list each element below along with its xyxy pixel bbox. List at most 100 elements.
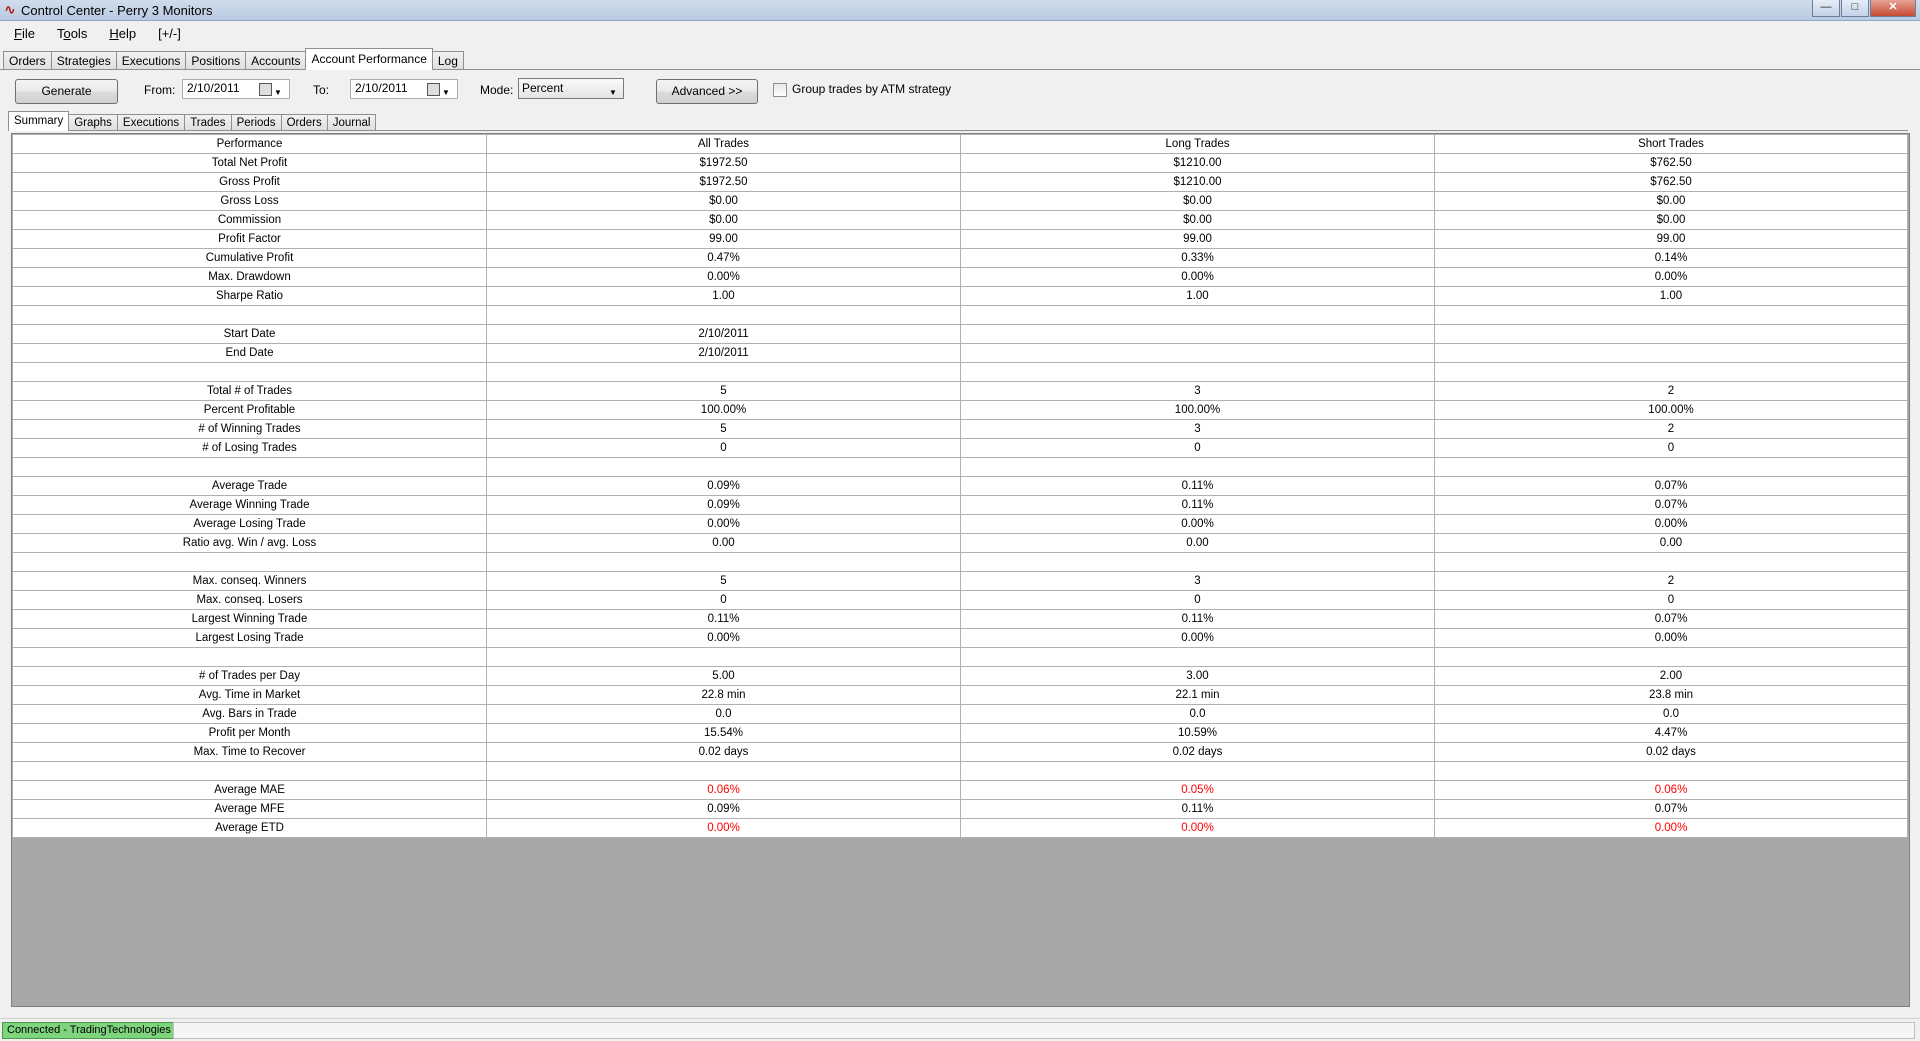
to-date-value: 2/10/2011 [355,81,408,95]
tab-trades[interactable]: Trades [184,114,232,131]
table-row[interactable]: Average ETD 0.00% 0.00% 0.00% [12,818,1908,838]
column-header-short-trades[interactable]: Short Trades [1434,134,1908,154]
mode-select-value: Percent [522,81,564,95]
table-row[interactable]: Sharpe Ratio 1.00 1.00 1.00 [12,286,1908,306]
tab-journal[interactable]: Journal [326,114,377,131]
tab-strategies[interactable]: Strategies [50,51,117,70]
menu-tools[interactable]: Tools [43,26,95,41]
table-row[interactable]: Gross Profit $1972.50 $1210.00 $762.50 [12,172,1908,192]
row-label-cell: Cumulative Profit [12,248,487,268]
ninjatrader-logo-icon: ∿ [4,2,16,17]
long-trades-cell: 0 [960,590,1435,610]
table-row[interactable]: Average MAE 0.06% 0.05% 0.06% [12,780,1908,800]
long-trades-cell: 0.00% [960,628,1435,648]
table-row[interactable] [12,305,1908,325]
table-row[interactable]: Average MFE 0.09% 0.11% 0.07% [12,799,1908,819]
table-row[interactable]: Max. conseq. Winners 5 3 2 [12,571,1908,591]
table-row[interactable]: # of Losing Trades 0 0 0 [12,438,1908,458]
table-row[interactable]: Commission $0.00 $0.00 $0.00 [12,210,1908,230]
group-trades-checkbox[interactable] [773,83,787,97]
maximize-button[interactable]: □ [1841,0,1869,17]
short-trades-cell: 0.14% [1434,248,1908,268]
chevron-down-icon: ▼ [609,88,617,97]
tab-accounts[interactable]: Accounts [245,51,307,70]
tab-sub-orders[interactable]: Orders [280,114,328,131]
table-row[interactable]: Avg. Time in Market 22.8 min 22.1 min 23.8 … [12,685,1908,705]
calendar-icon[interactable] [259,83,272,96]
tab-account-performance[interactable]: Account Performance [305,48,433,70]
close-button[interactable]: ✕ [1870,0,1916,17]
table-row[interactable] [12,761,1908,781]
chevron-down-icon[interactable]: ▼ [442,84,450,101]
mode-select[interactable]: Percent ▼ [518,78,624,99]
table-row[interactable]: Average Losing Trade 0.00% 0.00% 0.00% [12,514,1908,534]
tab-log[interactable]: Log [431,51,464,70]
generate-button[interactable]: Generate [15,79,118,104]
table-row[interactable]: Start Date 2/10/2011 [12,324,1908,344]
table-row[interactable]: Largest Losing Trade 0.00% 0.00% 0.00% [12,628,1908,648]
table-row[interactable]: Profit Factor 99.00 99.00 99.00 [12,229,1908,249]
tab-orders[interactable]: Orders [3,51,52,70]
table-row[interactable]: Percent Profitable 100.00% 100.00% 100.00% [12,400,1908,420]
all-trades-cell: 0.0 [486,704,961,724]
table-row[interactable]: # of Winning Trades 5 3 2 [12,419,1908,439]
group-trades-label[interactable]: Group trades by ATM strategy [792,81,951,97]
table-row[interactable]: Max. conseq. Losers 0 0 0 [12,590,1908,610]
tab-executions[interactable]: Executions [115,51,187,70]
table-row[interactable]: # of Trades per Day 5.00 3.00 2.00 [12,666,1908,686]
long-trades-cell: $1210.00 [960,153,1435,173]
column-header-performance[interactable]: Performance [12,134,487,154]
table-row[interactable] [12,362,1908,382]
minimize-button[interactable]: — [1812,0,1840,17]
table-row[interactable] [12,457,1908,477]
all-trades-cell: 0 [486,590,961,610]
tab-periods[interactable]: Periods [230,114,282,131]
from-date-picker[interactable]: 2/10/2011 ▼ [182,79,290,99]
table-row[interactable]: Largest Winning Trade 0.11% 0.11% 0.07% [12,609,1908,629]
column-header-long-trades[interactable]: Long Trades [960,134,1435,154]
long-trades-cell [960,552,1435,572]
menu-help[interactable]: Help [95,26,144,41]
row-label-cell: Largest Winning Trade [12,609,487,629]
table-row[interactable]: End Date 2/10/2011 [12,343,1908,363]
table-row[interactable]: Gross Loss $0.00 $0.00 $0.00 [12,191,1908,211]
all-trades-cell: 99.00 [486,229,961,249]
performance-table: Performance All Trades Long Trades Short… [12,134,1908,838]
advanced-button[interactable]: Advanced >> [656,79,758,104]
all-trades-cell: 15.54% [486,723,961,743]
row-label-cell [12,362,487,382]
all-trades-cell: 5 [486,419,961,439]
all-trades-cell: $0.00 [486,191,961,211]
column-header-all-trades[interactable]: All Trades [486,134,961,154]
table-row[interactable]: Total Net Profit $1972.50 $1210.00 $762.50 [12,153,1908,173]
table-row[interactable]: Average Trade 0.09% 0.11% 0.07% [12,476,1908,496]
all-trades-cell: 2/10/2011 [486,343,961,363]
table-row[interactable]: Total # of Trades 5 3 2 [12,381,1908,401]
table-row[interactable]: Max. Drawdown 0.00% 0.00% 0.00% [12,267,1908,287]
tab-sub-executions[interactable]: Executions [116,114,186,131]
long-trades-cell [960,305,1435,325]
menu-file[interactable]: File [0,26,43,41]
long-trades-cell: 22.1 min [960,685,1435,705]
chevron-down-icon[interactable]: ▼ [274,84,282,101]
short-trades-cell [1434,647,1908,667]
table-row[interactable]: Profit per Month 15.54% 10.59% 4.47% [12,723,1908,743]
table-row[interactable]: Avg. Bars in Trade 0.0 0.0 0.0 [12,704,1908,724]
row-label-cell: Start Date [12,324,487,344]
table-row[interactable]: Max. Time to Recover 0.02 days 0.02 days 0.… [12,742,1908,762]
tab-graphs[interactable]: Graphs [68,114,118,131]
table-row[interactable]: Cumulative Profit 0.47% 0.33% 0.14% [12,248,1908,268]
table-row[interactable]: Average Winning Trade 0.09% 0.11% 0.07% [12,495,1908,515]
table-row[interactable] [12,552,1908,572]
table-row[interactable] [12,647,1908,667]
table-row[interactable]: Ratio avg. Win / avg. Loss 0.00 0.00 0.00 [12,533,1908,553]
menu-expand-collapse[interactable]: [+/-] [144,26,189,41]
short-trades-cell [1434,324,1908,344]
short-trades-cell: 99.00 [1434,229,1908,249]
short-trades-cell: 2.00 [1434,666,1908,686]
tab-summary[interactable]: Summary [8,111,70,131]
calendar-icon[interactable] [427,83,440,96]
tab-positions[interactable]: Positions [185,51,247,70]
to-date-picker[interactable]: 2/10/2011 ▼ [350,79,458,99]
all-trades-cell [486,362,961,382]
